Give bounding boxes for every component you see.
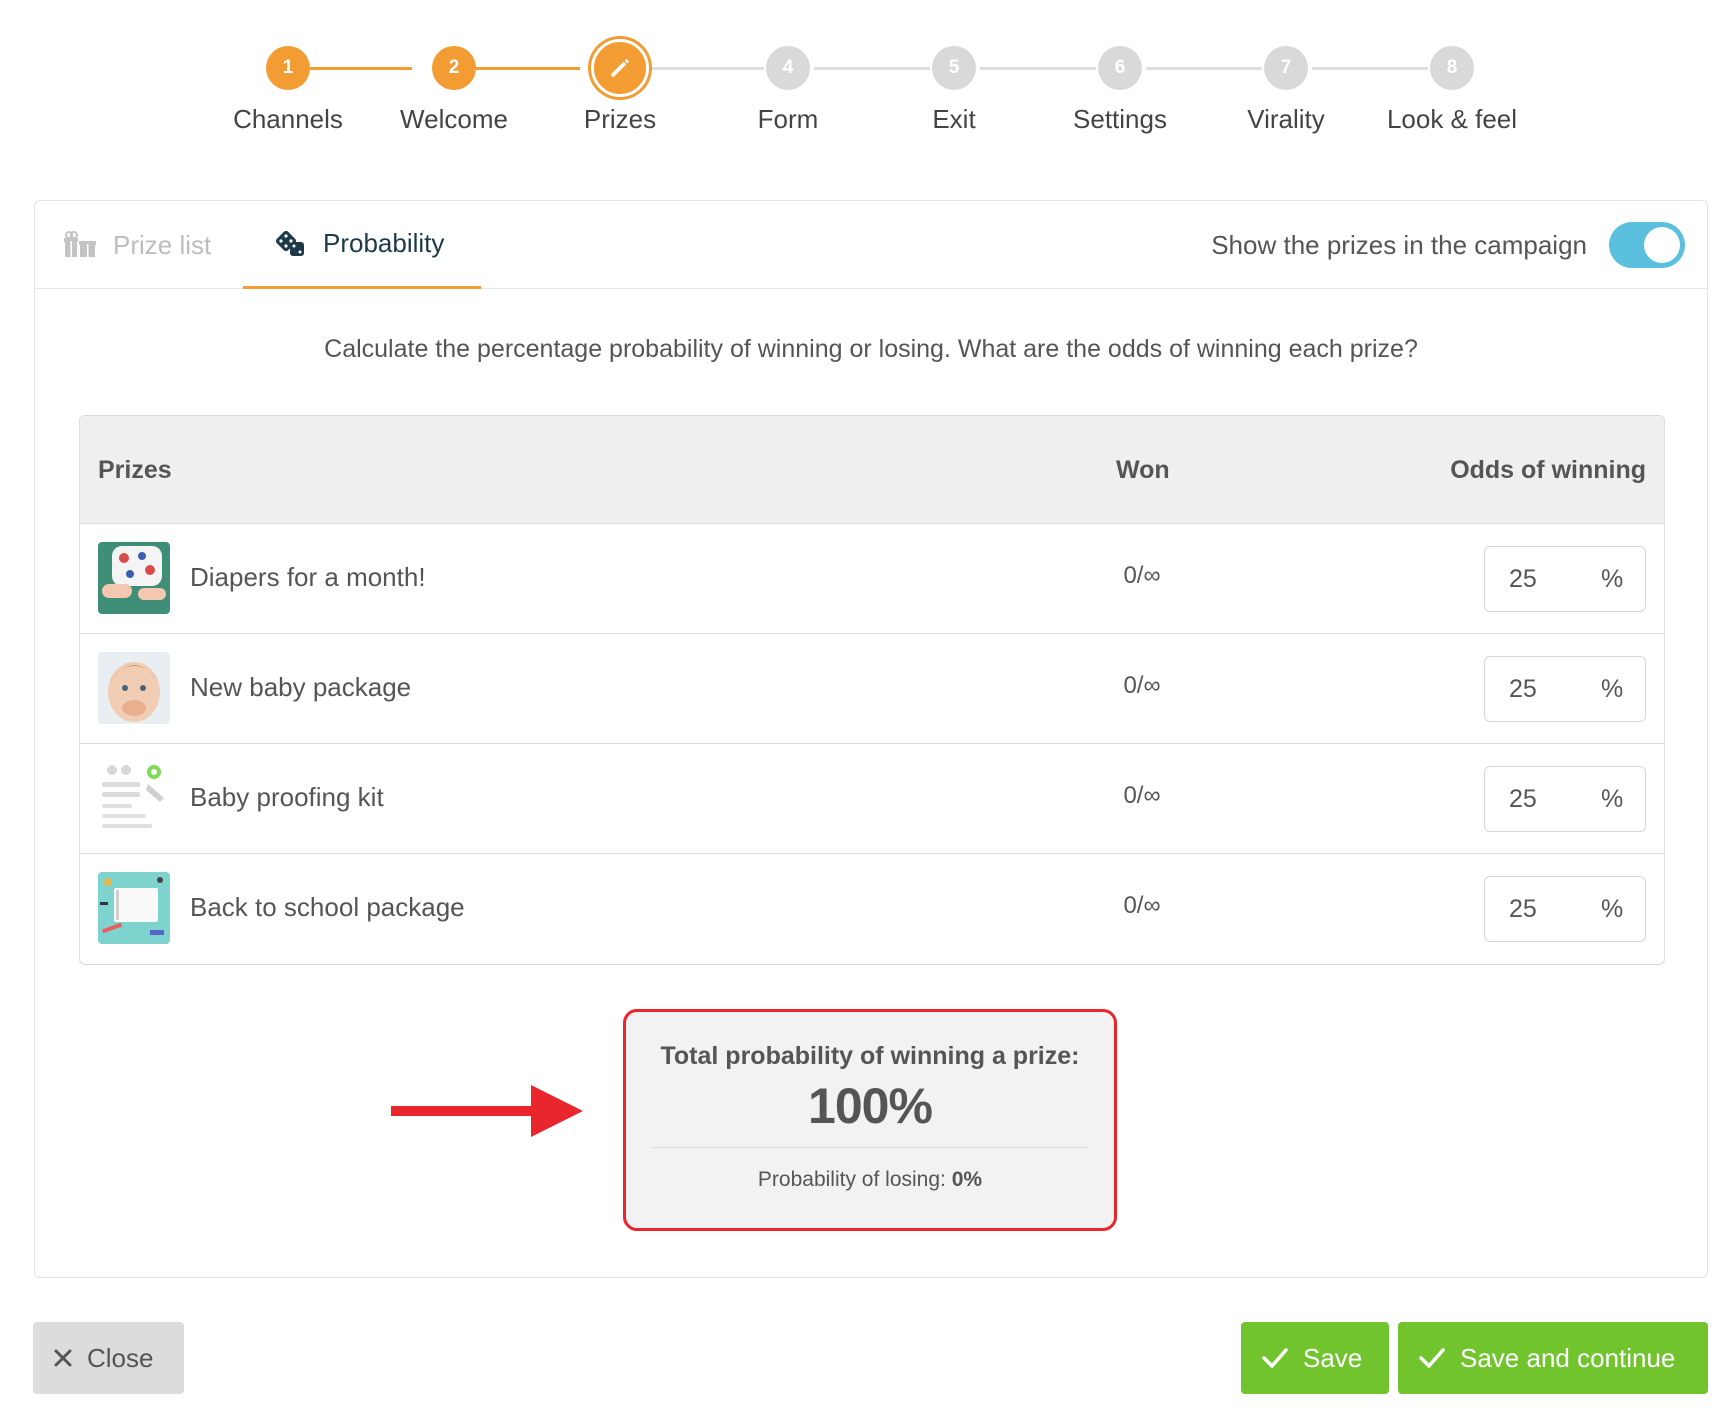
save-and-continue-button[interactable]: Save and continue [1398,1322,1708,1394]
close-icon [53,1348,73,1368]
toggle-knob [1644,227,1680,263]
losing-probability: Probability of losing: 0% [626,1168,1114,1192]
table-row: New baby package 0/∞ 25 % [80,634,1664,744]
table-row: Back to school package 0/∞ 25 % [80,854,1664,964]
save-label: Save [1303,1342,1363,1373]
percent-unit: % [1601,894,1624,923]
step-number: 5 [932,46,976,90]
odds-input[interactable]: 25 % [1484,766,1646,832]
prize-won-count: 0/∞ [1123,892,1161,919]
show-prizes-toggle[interactable] [1609,222,1685,268]
check-icon [1261,1347,1289,1369]
step-number: 8 [1430,46,1474,90]
prize-won-count: 0/∞ [1123,782,1161,809]
odds-value: 25 [1509,894,1537,923]
dice-icon [275,230,307,258]
close-label: Close [87,1342,154,1373]
close-button[interactable]: Close [33,1322,184,1394]
prize-thumbnail [98,872,170,944]
prize-won-count: 0/∞ [1123,672,1161,699]
odds-value: 25 [1509,674,1537,703]
odds-input[interactable]: 25 % [1484,546,1646,612]
column-header-won: Won [1116,456,1170,484]
step-number: 6 [1098,46,1142,90]
prize-name: Back to school package [190,892,465,922]
summary-total-value: 100% [808,1078,933,1134]
probability-table: Prizes Won Odds of winning Diapers for a… [79,415,1665,965]
table-header: Prizes Won Odds of winning [80,416,1664,524]
table-row: Baby proofing kit 0/∞ 25 % [80,744,1664,854]
prize-thumbnail [98,762,170,834]
save-and-continue-label: Save and continue [1460,1342,1676,1373]
prize-won-count: 0/∞ [1123,562,1161,589]
odds-input[interactable]: 25 % [1484,656,1646,722]
losing-label: Probability of losing: [757,1168,946,1191]
pencil-icon [591,39,649,97]
prize-thumbnail [98,542,170,614]
odds-input[interactable]: 25 % [1484,876,1646,942]
tab-probability[interactable]: Probability [243,201,481,289]
prize-thumbnail [98,652,170,724]
percent-unit: % [1601,674,1624,703]
check-icon [1418,1347,1446,1369]
step-look-and-feel[interactable]: 8 Look & feel [1352,38,1552,135]
step-number: 7 [1264,46,1308,90]
prize-name: New baby package [190,672,412,702]
prize-name: Baby proofing kit [190,782,384,812]
percent-unit: % [1601,564,1624,593]
tab-label: Probability [323,228,445,258]
odds-value: 25 [1509,784,1537,813]
tab-label: Prize list [113,229,212,260]
step-number: 4 [766,46,810,90]
arrow-right-icon [391,1081,583,1146]
intro-text: Calculate the percentage probability of … [324,335,1418,363]
column-header-odds: Odds of winning [1450,456,1646,484]
progress-stepper: 1 Channels 2 Welcome Prizes 4 Form 5 Exi… [0,38,1736,148]
odds-value: 25 [1509,564,1537,593]
prize-name: Diapers for a month! [190,562,426,592]
step-number: 1 [266,46,310,90]
prizes-card: Prize list Probability Show the prizes i… [34,200,1708,1278]
show-prizes-setting: Show the prizes in the campaign [1211,201,1685,289]
gift-icon [63,231,97,259]
tab-bar: Prize list Probability Show the prizes i… [35,201,1707,289]
table-row: Diapers for a month! 0/∞ 25 % [80,524,1664,634]
percent-unit: % [1601,784,1624,813]
step-label: Look & feel [1386,104,1518,134]
save-button[interactable]: Save [1241,1322,1389,1394]
step-number: 2 [432,46,476,90]
probability-summary: Total probability of winning a prize: 10… [623,1009,1117,1231]
toggle-label: Show the prizes in the campaign [1211,229,1587,260]
losing-value: 0% [951,1168,983,1191]
summary-divider [652,1147,1088,1148]
column-header-prizes: Prizes [98,456,172,484]
tab-prize-list[interactable]: Prize list [63,201,211,289]
summary-title: Total probability of winning a prize: [660,1042,1080,1070]
